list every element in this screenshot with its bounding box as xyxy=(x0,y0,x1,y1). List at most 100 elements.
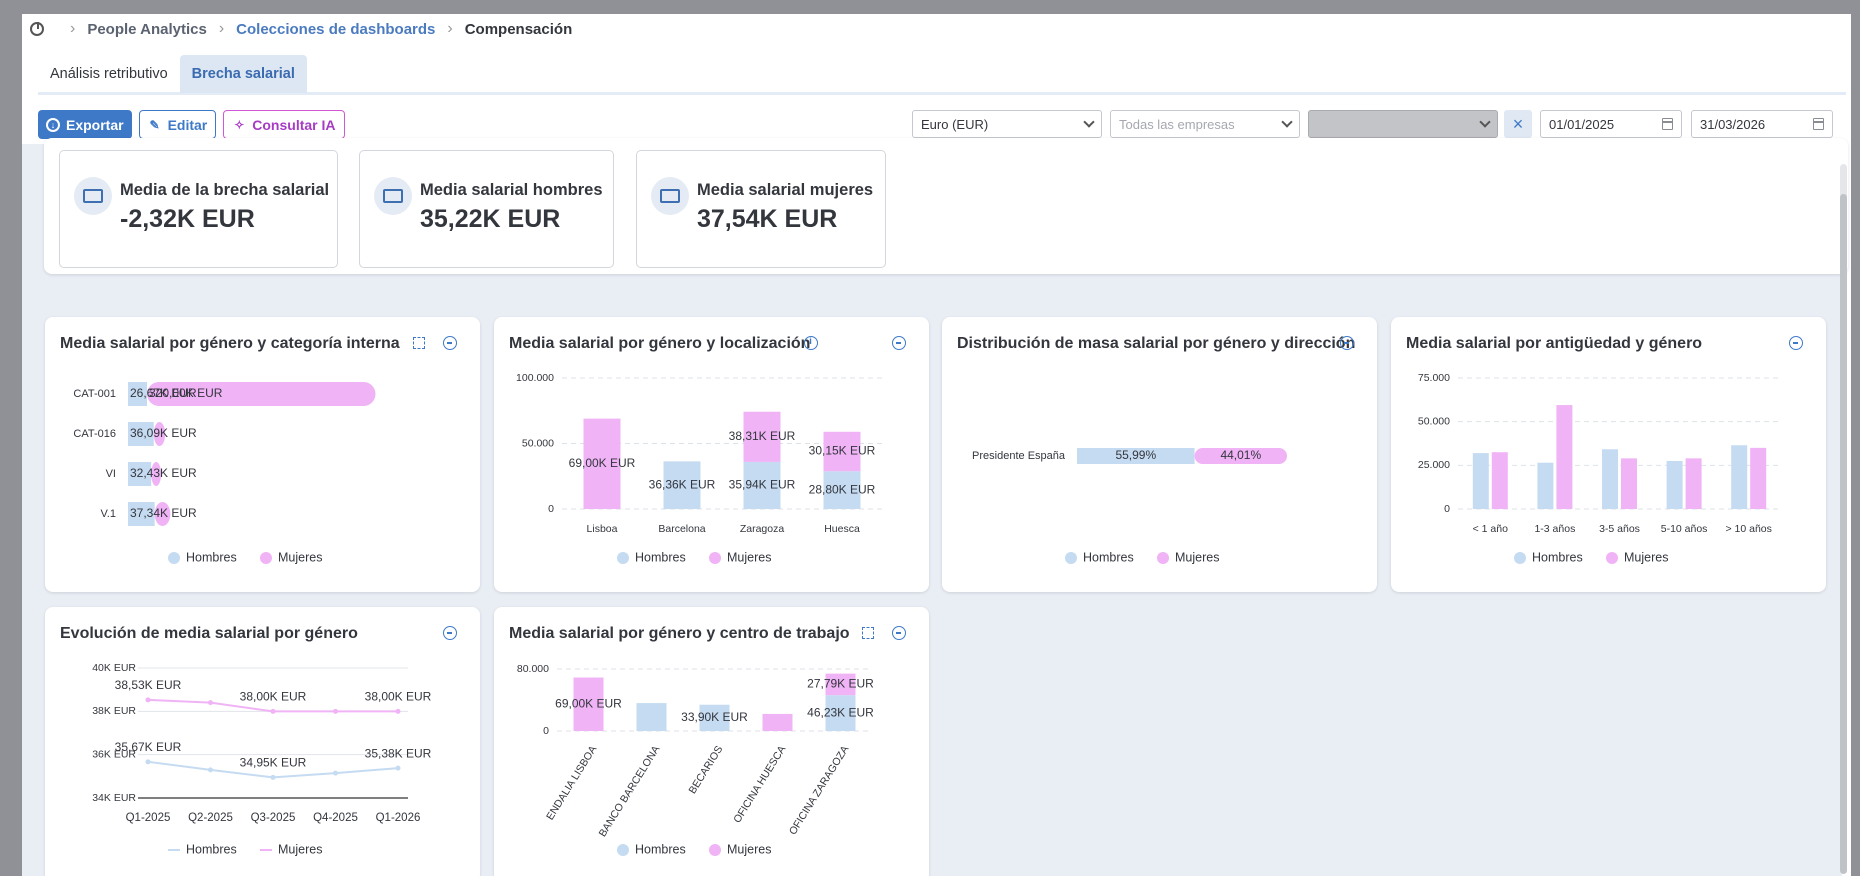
calendar-icon[interactable] xyxy=(1662,118,1673,130)
x-tick-label: Zaragoza xyxy=(740,523,785,535)
data-label: 38,00K EUR xyxy=(240,690,307,704)
data-point xyxy=(270,708,276,714)
legend-marker xyxy=(260,552,272,564)
bar xyxy=(1491,452,1508,509)
data-label: 35,67K EUR xyxy=(115,740,182,754)
breadcrumb: › People Analytics › Colecciones de dash… xyxy=(30,14,572,44)
tab-analisis-retributivo[interactable]: Análisis retributivo xyxy=(38,55,180,93)
x-tick-label: Q1-2026 xyxy=(376,812,421,824)
data-point xyxy=(208,700,213,706)
y-tick-label: 0 xyxy=(1444,503,1450,515)
chart-seniority: 75.000 50.000 25.000 0 < 1 año 1-3 años 3-5 añ… xyxy=(1418,372,1781,564)
calendar-icon[interactable] xyxy=(1813,118,1824,130)
currency-value: Euro (EUR) xyxy=(921,116,989,132)
kpi-label: Media de la brecha salarial xyxy=(120,181,330,199)
analytics-icon[interactable] xyxy=(30,22,44,36)
x-tick-label: 3-5 años xyxy=(1599,523,1640,535)
x-tick-label: Q1-2025 xyxy=(126,812,171,824)
data-point xyxy=(270,774,276,780)
x-tick-label: BECARIOS xyxy=(686,744,725,796)
card-workcenter: Media salarial por género y centro de tr… xyxy=(494,607,929,876)
legend-marker xyxy=(709,844,721,856)
y-tick-label: CAT-016 xyxy=(73,428,116,440)
y-tick-label: 80.000 xyxy=(517,663,549,675)
y-tick-label: 100.000 xyxy=(516,372,554,384)
y-tick-label: VI xyxy=(106,468,116,480)
x-tick-label: BANCO BARCELONA xyxy=(597,744,663,839)
date-to-input[interactable]: 31/03/2026 xyxy=(1691,110,1833,138)
y-tick-label: Presidente España xyxy=(972,450,1066,462)
company-placeholder: Todas las empresas xyxy=(1119,116,1235,132)
legend-marker xyxy=(1157,552,1169,564)
company-select[interactable]: Todas las empresas xyxy=(1110,110,1300,138)
legend-label: Hombres xyxy=(186,550,237,564)
kpi-value: 37,54K EUR xyxy=(697,205,838,233)
kpi-card: Media de la brecha salarial -2,32K EUR xyxy=(59,150,338,268)
data-label: 34,95K EUR xyxy=(240,756,307,770)
y-tick-label: 50.000 xyxy=(1418,415,1450,427)
data-point xyxy=(395,765,401,771)
data-point xyxy=(208,767,213,773)
data-label: 30,15K EUR xyxy=(809,444,876,458)
data-label: 37,34K EUR xyxy=(130,506,197,520)
x-tick-label: Huesca xyxy=(824,523,860,535)
chart-direction: Presidente España 55,99% 44,01% Hombres Muje… xyxy=(972,448,1287,564)
y-tick-label: 34K EUR xyxy=(92,792,136,804)
money-icon xyxy=(374,177,412,215)
bar xyxy=(1472,453,1489,509)
date-from-input[interactable]: 01/01/2025 xyxy=(1540,110,1682,138)
legend-label: Mujeres xyxy=(727,550,771,564)
legend-label: Hombres xyxy=(635,842,686,856)
y-tick-label: 38K EUR xyxy=(92,705,136,717)
tab-brecha-salarial[interactable]: Brecha salarial xyxy=(179,55,307,93)
data-label: 33,90K EUR xyxy=(681,710,748,724)
data-label: 28,80K EUR xyxy=(809,482,876,496)
x-tick-label: OFICINA HUESCA xyxy=(731,744,788,826)
data-label: 27,79K EUR xyxy=(807,677,874,691)
kpi-card: Media salarial hombres 35,22K EUR xyxy=(359,150,614,268)
card-evolution: Evolución de media salarial por género 4… xyxy=(45,607,480,876)
bar xyxy=(762,713,793,731)
tab-bar: Análisis retributivo Brecha salarial xyxy=(38,55,1846,95)
chevron-right-icon: › xyxy=(218,20,225,37)
bar xyxy=(636,703,667,731)
legend-label: Hombres xyxy=(186,842,237,856)
data-label: 69,00K EUR xyxy=(569,456,636,470)
legend-marker xyxy=(168,552,180,564)
data-label: 36,36K EUR xyxy=(649,477,716,491)
data-point xyxy=(333,708,338,714)
card-category: Media salarial por género y categoría in… xyxy=(45,317,480,592)
legend-label: Mujeres xyxy=(1175,550,1219,564)
data-label: 46,23K EUR xyxy=(807,705,874,719)
bar xyxy=(1750,447,1767,509)
x-tick-label: Q2-2025 xyxy=(188,812,233,824)
currency-select[interactable]: Euro (EUR) xyxy=(912,110,1102,138)
legend-label: Mujeres xyxy=(727,842,771,856)
breadcrumb-people-analytics[interactable]: People Analytics xyxy=(87,21,207,38)
x-tick-label: 1-3 años xyxy=(1534,523,1575,535)
data-label: 38,53K EUR xyxy=(115,678,182,692)
chart-location: 100.000 50.000 0 69,00K EUR Lisboa 36,36K EUR… xyxy=(516,372,882,564)
data-label: 69,00K EUR xyxy=(555,696,622,710)
date-to-value: 31/03/2026 xyxy=(1700,116,1766,132)
clear-filter-button[interactable]: × xyxy=(1504,110,1532,138)
y-tick-label: 40K EUR xyxy=(92,662,136,674)
bar xyxy=(1602,449,1618,509)
legend-label: Hombres xyxy=(1083,550,1134,564)
scrollbar-thumb[interactable] xyxy=(1840,194,1847,874)
x-tick-label: OFICINA ZARAGOZA xyxy=(787,744,852,837)
chevron-right-icon: › xyxy=(70,20,76,37)
filter-bar: Euro (EUR) Todas las empresas × 01/01/20… xyxy=(22,110,1851,140)
date-from-value: 01/01/2025 xyxy=(1549,116,1615,132)
breadcrumb-collections[interactable]: Colecciones de dashboards xyxy=(236,21,435,38)
data-point xyxy=(145,697,151,703)
kpi-label: Media salarial mujeres xyxy=(697,181,874,199)
chart-workcenter: 80.000 0 69,00K EUR ENDALIA LISBOABANCO BAR… xyxy=(517,663,874,857)
x-tick-label: 5-10 años xyxy=(1661,523,1708,535)
data-label: 35,94K EUR xyxy=(729,478,796,492)
data-label: 38,00K EUR xyxy=(365,690,432,704)
legend-label: Hombres xyxy=(1532,550,1583,564)
legend-marker xyxy=(617,552,629,564)
y-tick-label: 0 xyxy=(548,503,554,515)
chevron-down-icon xyxy=(1479,116,1491,128)
